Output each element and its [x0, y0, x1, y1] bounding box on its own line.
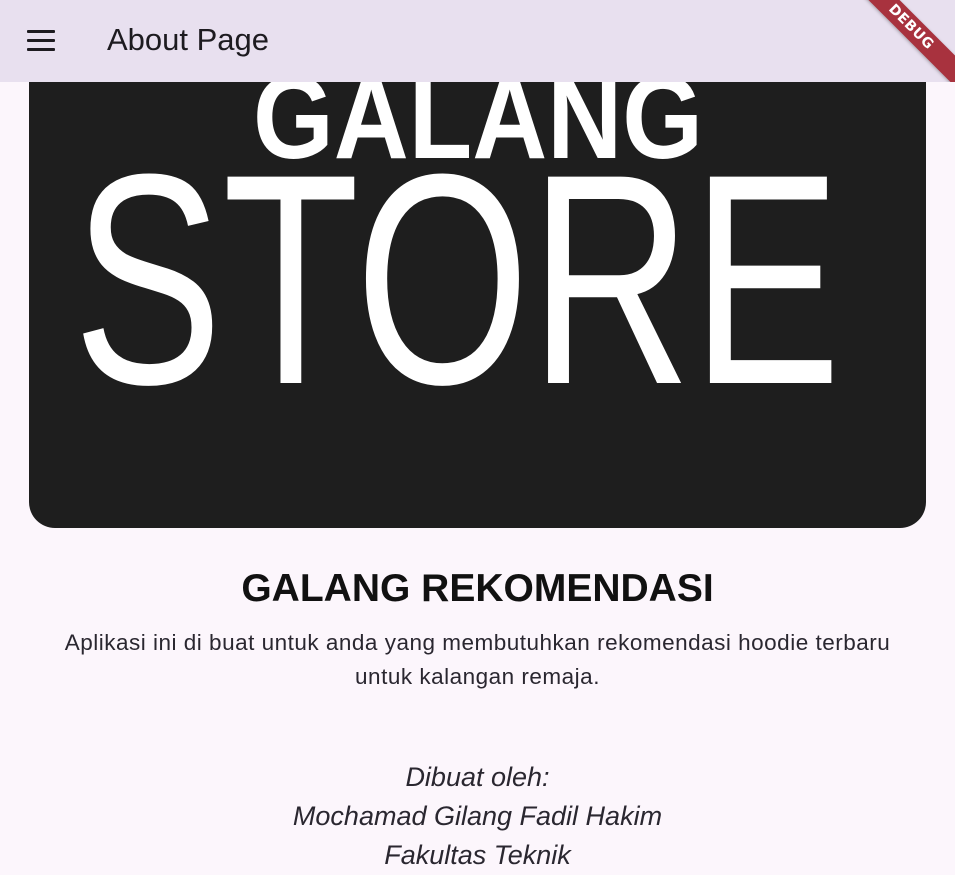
credits: Dibuat oleh: Mochamad Gilang Fadil Hakim…: [0, 758, 955, 875]
menu-icon-bar: [27, 29, 55, 33]
app-heading: GALANG REKOMENDASI: [241, 567, 714, 610]
menu-icon[interactable]: [20, 19, 62, 61]
app-bar: About Page DEBUG: [0, 0, 955, 82]
menu-icon-bar: [27, 47, 55, 51]
page-title: About Page: [107, 22, 270, 57]
logo-text-store: STORE: [73, 111, 841, 447]
credits-author: Mochamad Gilang Fadil Hakim: [292, 801, 663, 831]
about-content: GALANG REKOMENDASI Aplikasi ini di buat …: [0, 560, 955, 875]
credits-faculty: Fakultas Teknik: [384, 840, 571, 870]
credits-label: Dibuat oleh:: [405, 762, 550, 792]
store-logo-image: GALANG STORE: [29, 60, 926, 528]
debug-banner: DEBUG: [846, 0, 955, 82]
app-description: Aplikasi ini di buat untuk anda yang mem…: [64, 630, 891, 689]
menu-icon-bar: [27, 38, 55, 42]
